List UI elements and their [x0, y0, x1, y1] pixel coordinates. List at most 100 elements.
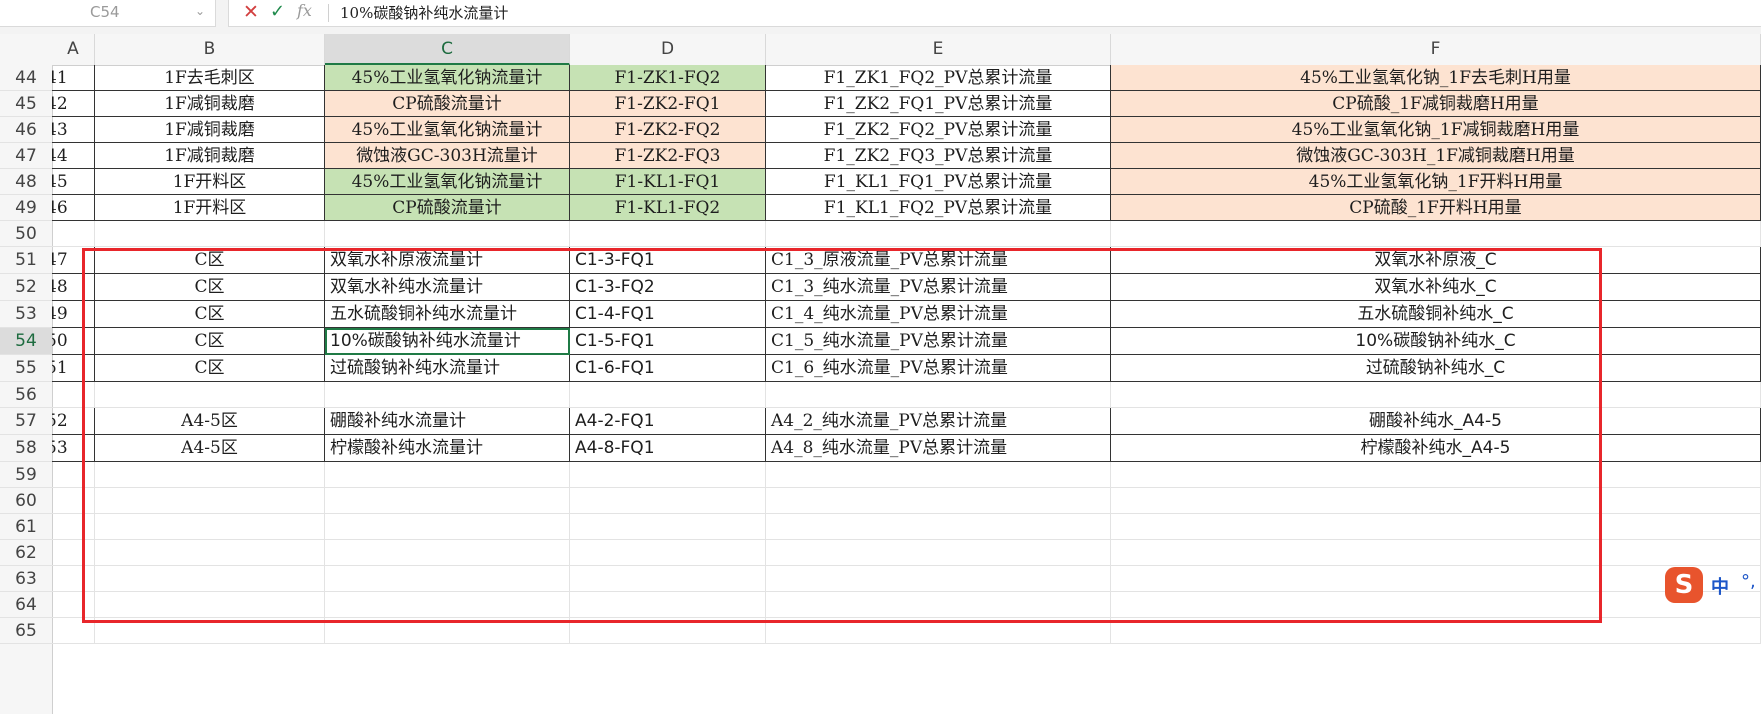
- cell-a51[interactable]: 47: [52, 247, 95, 274]
- cell-c57[interactable]: 硼酸补纯水流量计: [325, 408, 570, 435]
- row-header-60[interactable]: 60: [0, 488, 52, 514]
- cell-c52[interactable]: 双氧水补纯水流量计: [325, 274, 570, 301]
- cell-e49[interactable]: F1_KL1_FQ2_PV总累计流量: [766, 195, 1111, 221]
- cell-d47[interactable]: F1-ZK2-FQ3: [570, 143, 766, 169]
- cell-c65[interactable]: [325, 618, 570, 644]
- formula-content[interactable]: 10%碳酸钠补纯水流量计: [340, 2, 508, 23]
- name-box[interactable]: C54 ⌄: [0, 0, 216, 27]
- cell-d65[interactable]: [570, 618, 766, 644]
- cell-a48[interactable]: 45: [52, 169, 95, 195]
- row-header-62[interactable]: 62: [0, 540, 52, 566]
- cell-c56[interactable]: [325, 382, 570, 408]
- cell-d55[interactable]: C1-6-FQ1: [570, 355, 766, 382]
- cell-b54[interactable]: C区: [95, 328, 325, 355]
- cell-b62[interactable]: [95, 540, 325, 566]
- row-header-46[interactable]: 46: [0, 117, 52, 143]
- cell-c59[interactable]: [325, 462, 570, 488]
- row-header-45[interactable]: 45: [0, 91, 52, 117]
- cell-b65[interactable]: [95, 618, 325, 644]
- cell-c45[interactable]: CP硫酸流量计: [325, 91, 570, 117]
- cell-d48[interactable]: F1-KL1-FQ1: [570, 169, 766, 195]
- cell-b49[interactable]: 1F开料区: [95, 195, 325, 221]
- close-icon[interactable]: ✕: [243, 1, 259, 23]
- column-header-a[interactable]: A: [52, 34, 95, 65]
- cell-c49[interactable]: CP硫酸流量计: [325, 195, 570, 221]
- cell-a58[interactable]: 53: [52, 435, 95, 462]
- cell-c61[interactable]: [325, 514, 570, 540]
- cell-a54[interactable]: 50: [52, 328, 95, 355]
- cell-d45[interactable]: F1-ZK2-FQ1: [570, 91, 766, 117]
- cell-e60[interactable]: [766, 488, 1111, 514]
- row-header-53[interactable]: 53: [0, 301, 52, 328]
- ime-punctuation-label[interactable]: °,: [1741, 571, 1756, 592]
- cell-f59[interactable]: [1111, 462, 1761, 488]
- function-icon[interactable]: fx: [297, 1, 312, 20]
- cell-d52[interactable]: C1-3-FQ2: [570, 274, 766, 301]
- cell-d64[interactable]: [570, 592, 766, 618]
- cell-f65[interactable]: [1111, 618, 1761, 644]
- cell-e45[interactable]: F1_ZK2_FQ1_PV总累计流量: [766, 91, 1111, 117]
- cell-a47[interactable]: 44: [52, 143, 95, 169]
- cell-a45[interactable]: 42: [52, 91, 95, 117]
- cell-d63[interactable]: [570, 566, 766, 592]
- cell-f54[interactable]: 10%碳酸钠补纯水_C: [1111, 328, 1761, 355]
- row-header-59[interactable]: 59: [0, 462, 52, 488]
- column-header-f[interactable]: F: [1111, 34, 1761, 65]
- cell-c62[interactable]: [325, 540, 570, 566]
- cell-b56[interactable]: [95, 382, 325, 408]
- cell-e56[interactable]: [766, 382, 1111, 408]
- cell-e57[interactable]: A4_2_纯水流量_PV总累计流量: [766, 408, 1111, 435]
- cell-f47[interactable]: 微蚀液GC-303H_1F减铜裁磨H用量: [1111, 143, 1761, 169]
- column-header-e[interactable]: E: [766, 34, 1111, 65]
- cell-f58[interactable]: 柠檬酸补纯水_A4-5: [1111, 435, 1761, 462]
- cell-f50[interactable]: [1111, 221, 1761, 247]
- cell-c53[interactable]: 五水硫酸铜补纯水流量计: [325, 301, 570, 328]
- cell-a49[interactable]: 46: [52, 195, 95, 221]
- cell-e59[interactable]: [766, 462, 1111, 488]
- cell-b52[interactable]: C区: [95, 274, 325, 301]
- cell-a55[interactable]: 51: [52, 355, 95, 382]
- cell-d46[interactable]: F1-ZK2-FQ2: [570, 117, 766, 143]
- cell-b50[interactable]: [95, 221, 325, 247]
- cell-a63[interactable]: [52, 566, 95, 592]
- cell-d57[interactable]: A4-2-FQ1: [570, 408, 766, 435]
- cell-e63[interactable]: [766, 566, 1111, 592]
- check-icon[interactable]: ✓: [270, 1, 285, 22]
- cell-c47[interactable]: 微蚀液GC-303H流量计: [325, 143, 570, 169]
- row-header-57[interactable]: 57: [0, 408, 52, 435]
- sheet-grid[interactable]: 411F去毛刺区45%工业氢氧化钠流量计F1-ZK1-FQ2F1_ZK1_FQ2…: [52, 65, 1761, 714]
- ime-mode-label[interactable]: 中: [1711, 573, 1729, 599]
- cell-b53[interactable]: C区: [95, 301, 325, 328]
- cell-e48[interactable]: F1_KL1_FQ1_PV总累计流量: [766, 169, 1111, 195]
- cell-b48[interactable]: 1F开料区: [95, 169, 325, 195]
- row-header-64[interactable]: 64: [0, 592, 52, 618]
- cell-d59[interactable]: [570, 462, 766, 488]
- cell-f46[interactable]: 45%工业氢氧化钠_1F减铜裁磨H用量: [1111, 117, 1761, 143]
- cell-b58[interactable]: A4-5区: [95, 435, 325, 462]
- cell-a46[interactable]: 43: [52, 117, 95, 143]
- cell-e44[interactable]: F1_ZK1_FQ2_PV总累计流量: [766, 65, 1111, 91]
- formula-input-area[interactable]: ✕ ✓ fx 10%碳酸钠补纯水流量计: [228, 0, 1761, 27]
- cell-a62[interactable]: [52, 540, 95, 566]
- row-header-47[interactable]: 47: [0, 143, 52, 169]
- cell-a53[interactable]: 49: [52, 301, 95, 328]
- cell-d62[interactable]: [570, 540, 766, 566]
- cell-c51[interactable]: 双氧水补原液流量计: [325, 247, 570, 274]
- row-header-52[interactable]: 52: [0, 274, 52, 301]
- cell-a64[interactable]: [52, 592, 95, 618]
- cell-d50[interactable]: [570, 221, 766, 247]
- row-header-44[interactable]: 44: [0, 65, 52, 91]
- cell-c63[interactable]: [325, 566, 570, 592]
- cell-d51[interactable]: C1-3-FQ1: [570, 247, 766, 274]
- cell-b59[interactable]: [95, 462, 325, 488]
- row-header-65[interactable]: 65: [0, 618, 52, 644]
- cell-c58[interactable]: 柠檬酸补纯水流量计: [325, 435, 570, 462]
- cell-f53[interactable]: 五水硫酸铜补纯水_C: [1111, 301, 1761, 328]
- row-header-58[interactable]: 58: [0, 435, 52, 462]
- row-header-55[interactable]: 55: [0, 355, 52, 382]
- cell-c46[interactable]: 45%工业氢氧化钠流量计: [325, 117, 570, 143]
- cell-a50[interactable]: [52, 221, 95, 247]
- cell-e58[interactable]: A4_8_纯水流量_PV总累计流量: [766, 435, 1111, 462]
- cell-f62[interactable]: [1111, 540, 1761, 566]
- cell-b64[interactable]: [95, 592, 325, 618]
